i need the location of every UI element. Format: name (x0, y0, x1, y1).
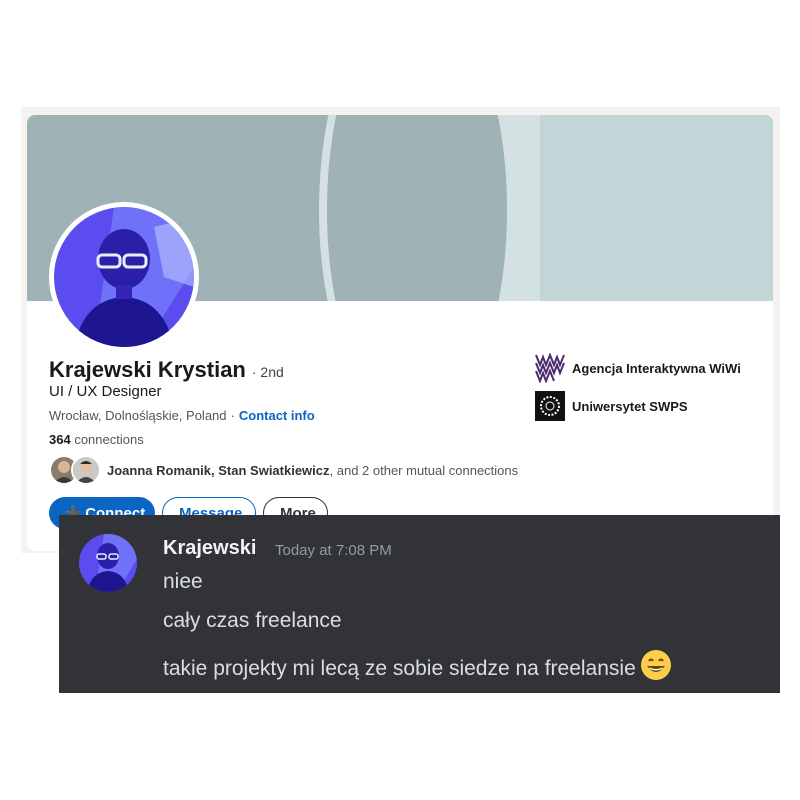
discord-message-panel: Krajewski Today at 7:08 PM niee cały cza… (59, 515, 780, 693)
chat-message: cały czas freelance (163, 609, 342, 632)
mutual-avatar (71, 455, 101, 485)
chat-message: takie projekty mi lecą ze sobie siedze n… (163, 657, 636, 680)
swps-logo-icon (535, 391, 565, 421)
mutual-connections[interactable]: Joanna Romanik, Stan Swiatkiewicz, and 2… (49, 455, 518, 485)
profile-name: Krajewski Krystian (49, 357, 246, 382)
profile-headline: UI / UX Designer (49, 383, 162, 400)
message-username[interactable]: Krajewski (163, 537, 256, 560)
profile-avatar[interactable] (49, 202, 199, 352)
profile-name-row: Krajewski Krystian · 2nd (49, 357, 284, 383)
wiwi-logo-icon (535, 353, 565, 383)
chat-message-row: takie projekty mi lecą ze sobie siedze n… (163, 649, 672, 681)
org-wiwi[interactable]: Agencja Interaktywna WiWi (535, 353, 741, 383)
contact-info-link[interactable]: Contact info (239, 408, 315, 423)
connection-degree: · 2nd (251, 364, 284, 380)
profile-location-row: Wrocław, Dolnośląskie, Poland · Contact in… (49, 408, 315, 423)
user-avatar[interactable] (79, 534, 137, 592)
message-timestamp: Today at 7:08 PM (275, 542, 392, 559)
chat-message: niee (163, 570, 203, 593)
connections-count[interactable]: 364 connections (49, 432, 144, 447)
grinning-face-emoji-icon (640, 650, 671, 680)
profile-location: Wrocław, Dolnośląskie, Poland (49, 408, 227, 423)
org-swps[interactable]: Uniwersytet SWPS (535, 391, 688, 421)
